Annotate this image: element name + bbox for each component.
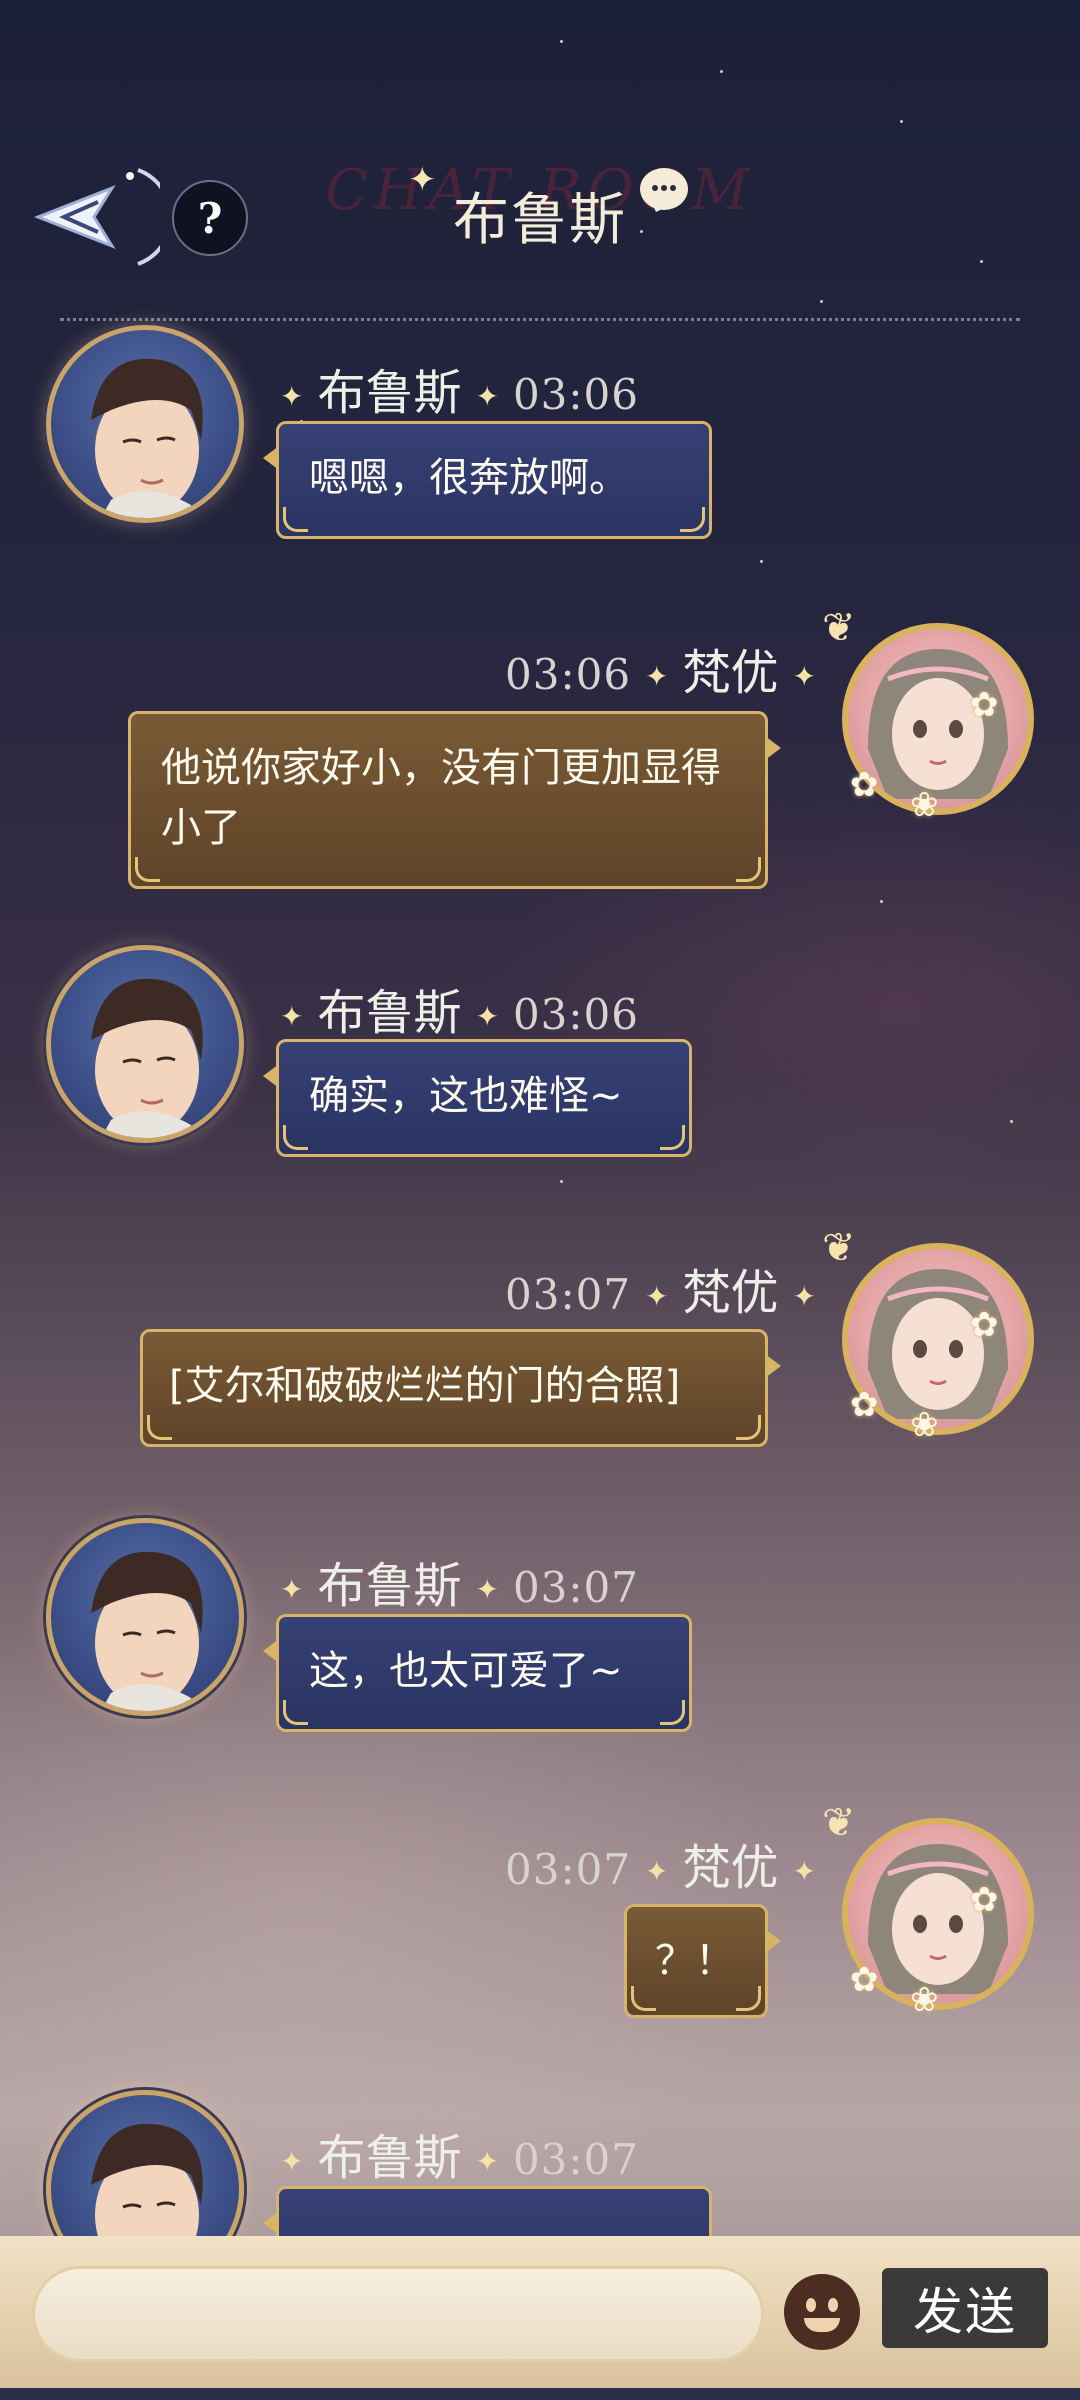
flower-icon: ❀: [910, 1980, 939, 2020]
header-divider: [60, 318, 1020, 321]
message-time: 03:06: [512, 370, 639, 419]
portrait-bruce: [91, 358, 203, 518]
bubble-corner-decor: [147, 1415, 172, 1440]
message-text: 嗯嗯，很奔放啊。: [309, 455, 629, 501]
flower-icon: ✿: [970, 685, 999, 725]
bubble-corner-decor: [283, 1125, 308, 1150]
flower-icon: ✿: [970, 1880, 999, 1920]
portrait-bruce: [91, 1551, 203, 1711]
avatar-bruce[interactable]: [46, 325, 244, 523]
message-bubble[interactable]: [艾尔和破破烂烂的门的合照]: [140, 1329, 781, 1447]
star-icon: ✦: [475, 380, 499, 413]
help-icon: ?: [197, 193, 223, 243]
star-icon: ✦: [475, 1573, 499, 1606]
star-icon: ✦: [792, 1855, 816, 1888]
star-icon: ✦: [280, 1000, 304, 1033]
sender-name: 梵优: [682, 1840, 779, 1896]
emoji-button[interactable]: [784, 2274, 860, 2350]
message-bubble[interactable]: 确实，这也难怪~: [263, 1039, 692, 1157]
message-bubble[interactable]: ？！: [624, 1904, 781, 2018]
bubble-corner-decor: [736, 1415, 761, 1440]
message-time: 03:06: [512, 990, 639, 1039]
portrait-bruce: [91, 978, 203, 1138]
star-icon: ✦: [645, 660, 669, 693]
chat-bubble-icon: [640, 168, 688, 210]
sender-name: 布鲁斯: [317, 985, 462, 1041]
flower-icon: ✿: [850, 1385, 879, 1425]
message-time: 03:07: [512, 1563, 639, 1612]
star-icon: ✦: [280, 380, 304, 413]
star-icon: ✦: [475, 1000, 499, 1033]
sender-name: 梵优: [682, 1265, 779, 1321]
flower-icon: ❀: [910, 1405, 939, 1445]
help-button[interactable]: ?: [172, 180, 248, 256]
bubble-corner-decor: [736, 857, 761, 882]
message-text: ？！: [655, 1938, 735, 1984]
avatar-fanyou[interactable]: ❦ ✿ ✿ ❀: [820, 1800, 1050, 2030]
flower-icon: ✿: [970, 1305, 999, 1345]
message-meta: ✦ 布鲁斯 ✦ 03:07: [266, 1546, 639, 1616]
message-meta: ✦ 布鲁斯 ✦ 03:06: [266, 353, 639, 423]
message-meta: 03:07 ✦ 梵优 ✦: [505, 1253, 830, 1323]
sender-name: 布鲁斯: [317, 1558, 462, 1614]
message-time: 03:07: [505, 1270, 632, 1319]
bubble-corner-decor: [660, 1125, 685, 1150]
bubble-corner-decor: [283, 1700, 308, 1725]
message-text: 他说你家好小，没有门更加显得小了: [161, 745, 721, 851]
message-meta: 03:07 ✦ 梵优 ✦: [505, 1828, 830, 1898]
star-icon: ✦: [792, 1280, 816, 1313]
message-meta: ✦ 布鲁斯 ✦ 03:07: [266, 2118, 639, 2188]
message-meta: 03:06 ✦ 梵优 ✦: [505, 633, 830, 703]
avatar-fanyou[interactable]: ❦ ✿ ✿ ❀: [820, 1225, 1050, 1455]
bubble-corner-decor: [631, 1986, 656, 2011]
back-button[interactable]: [20, 162, 173, 272]
flower-icon: ✿: [850, 765, 879, 805]
message-bubble[interactable]: 这，也太可爱了~: [263, 1614, 692, 1732]
message-bubble[interactable]: 嗯嗯，很奔放啊。: [263, 421, 712, 539]
avatar-bruce[interactable]: [46, 945, 244, 1143]
message-meta: ✦ 布鲁斯 ✦ 03:06: [266, 973, 639, 1043]
message-text: [艾尔和破破烂烂的门的合照]: [169, 1363, 681, 1409]
sender-name: 布鲁斯: [317, 2130, 462, 2186]
message-input[interactable]: [32, 2266, 764, 2362]
bubble-corner-decor: [736, 1986, 761, 2011]
composer-bar: 发送: [0, 2236, 1080, 2400]
back-arrow-icon: [33, 168, 173, 266]
star-icon: ✦: [475, 2145, 499, 2178]
avatar-fanyou[interactable]: ❦ ✿ ✿ ❀: [820, 605, 1050, 835]
flower-icon: ❀: [910, 785, 939, 825]
message-text: 确实，这也难怪~: [309, 1073, 623, 1119]
avatar-bruce[interactable]: [46, 1518, 244, 1716]
bubble-corner-decor: [283, 507, 308, 532]
message-time: 03:06: [505, 650, 632, 699]
bubble-corner-decor: [135, 857, 160, 882]
send-button[interactable]: 发送: [882, 2268, 1048, 2348]
sender-name: 梵优: [682, 645, 779, 701]
star-icon: ✦: [280, 1573, 304, 1606]
sender-name: 布鲁斯: [317, 365, 462, 421]
star-icon: ✦: [280, 2145, 304, 2178]
message-bubble[interactable]: 他说你家好小，没有门更加显得小了: [128, 711, 781, 889]
star-icon: ✦: [645, 1855, 669, 1888]
star-icon: ✦: [792, 660, 816, 693]
flower-icon: ✿: [850, 1960, 879, 2000]
message-time: 03:07: [512, 2135, 639, 2184]
bottom-strip: [0, 2388, 1080, 2400]
bubble-corner-decor: [660, 1700, 685, 1725]
message-text: 这，也太可爱了~: [309, 1648, 623, 1694]
star-icon: ✦: [645, 1280, 669, 1313]
chat-header: ? CHAT ROOM ✦ 布鲁斯: [0, 150, 1080, 290]
message-time: 03:07: [505, 1845, 632, 1894]
bubble-corner-decor: [680, 507, 705, 532]
